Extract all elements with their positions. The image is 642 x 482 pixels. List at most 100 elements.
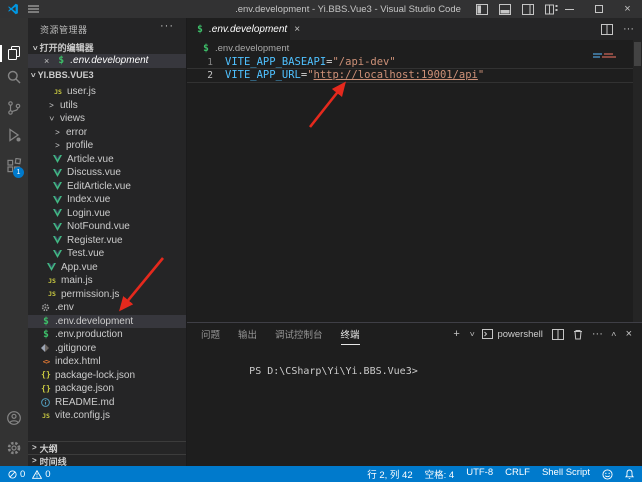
maximize-button[interactable] <box>584 0 613 18</box>
tree-item-permission.js[interactable]: JSpermission.js <box>28 288 186 302</box>
tree-item-.gitignore[interactable]: .gitignore <box>28 342 186 356</box>
tree-item-profile[interactable]: >profile <box>28 139 186 153</box>
more-actions-icon[interactable]: ··· <box>592 329 603 340</box>
editor-scrollbar[interactable] <box>633 40 642 322</box>
scrollbar-slider[interactable] <box>634 42 641 66</box>
maximize-panel-icon[interactable]: > <box>610 332 618 337</box>
tree-item-user.js[interactable]: JSuser.js <box>28 85 186 99</box>
more-actions-icon[interactable]: ··· <box>623 24 634 35</box>
explorer-icon[interactable] <box>6 45 22 61</box>
split-editor-icon[interactable] <box>601 24 613 35</box>
close-window-button[interactable]: × <box>613 0 642 18</box>
file-label: Register.vue <box>67 235 123 246</box>
vue-file-icon <box>53 169 63 177</box>
panel-tab-输出[interactable]: 输出 <box>238 324 257 345</box>
minimap-mark <box>593 56 600 58</box>
search-icon[interactable] <box>6 69 22 85</box>
file-label: permission.js <box>61 289 119 300</box>
file-label: EditArticle.vue <box>67 181 131 192</box>
terminal-content[interactable]: PS D:\CSharp\Yi\Yi.BBS.Vue3> <box>201 355 418 388</box>
close-tab-icon[interactable]: × <box>294 24 300 35</box>
tree-item-register.vue[interactable]: Register.vue <box>28 234 186 248</box>
js-file-icon: JS <box>41 411 51 421</box>
close-panel-icon[interactable]: × <box>626 329 632 340</box>
tree-item-test.vue[interactable]: Test.vue <box>28 247 186 261</box>
toggle-panel-icon[interactable] <box>499 4 511 15</box>
split-terminal-icon[interactable] <box>552 329 564 340</box>
account-icon[interactable] <box>6 410 22 426</box>
tree-item-.env.development[interactable]: $.env.development <box>28 315 186 329</box>
notifications-bell-icon[interactable] <box>625 469 634 480</box>
code-line-1[interactable]: 1VITE_APP_BASEAPI="/api-dev" <box>187 56 633 69</box>
status-item[interactable]: 行 2, 列 42 <box>367 467 412 481</box>
panel-tab-问题[interactable]: 问题 <box>201 324 220 345</box>
source-control-icon[interactable] <box>6 100 22 116</box>
status-item[interactable]: CRLF <box>505 467 530 481</box>
tree-item-utils[interactable]: >utils <box>28 99 186 113</box>
feedback-smiley-icon[interactable] <box>602 469 613 480</box>
problems-status[interactable]: 0 0 <box>8 469 51 480</box>
tree-item-vite.config.js[interactable]: JSvite.config.js <box>28 409 186 423</box>
tree-item-app.vue[interactable]: App.vue <box>28 261 186 275</box>
tree-item-error[interactable]: >error <box>28 126 186 140</box>
status-bar: 0 0 行 2, 列 42 空格: 4 UTF-8 CRLF Shell Script <box>0 466 642 482</box>
more-actions-icon[interactable]: ··· <box>160 20 174 32</box>
json-file-icon: {} <box>41 384 51 394</box>
tree-item-main.js[interactable]: JSmain.js <box>28 274 186 288</box>
run-debug-icon[interactable] <box>6 127 22 143</box>
file-label: package-lock.json <box>55 370 135 381</box>
file-tree: JSuser.js>utils>views>error>profileArtic… <box>28 85 186 423</box>
tree-item-package.json[interactable]: {}package.json <box>28 382 186 396</box>
tree-item-index.html[interactable]: <>index.html <box>28 355 186 369</box>
status-item[interactable]: UTF-8 <box>466 467 493 481</box>
code-line-2[interactable]: 2VITE_APP_URL="http://localhost:19001/ap… <box>187 69 633 82</box>
file-label: Login.vue <box>67 208 110 219</box>
tree-item-package-lock.json[interactable]: {}package-lock.json <box>28 369 186 383</box>
kill-terminal-trash-icon[interactable] <box>573 329 583 340</box>
tab-env-development[interactable]: $ .env.development × <box>187 18 290 40</box>
file-label: Article.vue <box>67 154 114 165</box>
chevron-down-icon: > <box>47 114 56 123</box>
tree-item-.env.production[interactable]: $.env.production <box>28 328 186 342</box>
panel-tab-调试控制台[interactable]: 调试控制台 <box>275 324 323 345</box>
editor-tab-bar: $ .env.development × ··· <box>187 18 642 40</box>
status-item[interactable]: 空格: 4 <box>425 467 455 481</box>
terminal-dropdown-icon[interactable]: > <box>467 332 475 337</box>
terminal-prompt: PS D:\CSharp\Yi\Yi.BBS.Vue3> <box>249 366 418 377</box>
breadcrumb[interactable]: $ .env.development <box>187 40 642 56</box>
project-root-section[interactable]: > YI.BBS.VUE3 <box>30 68 186 82</box>
tree-item-index.vue[interactable]: Index.vue <box>28 193 186 207</box>
chevron-right-icon: > <box>32 457 37 465</box>
outline-section[interactable]: > 大纲 <box>28 441 186 454</box>
explorer-header: 资源管理器 ··· <box>28 18 186 40</box>
file-label: views <box>60 113 85 124</box>
status-item[interactable]: Shell Script <box>542 467 590 481</box>
tree-item-discuss.vue[interactable]: Discuss.vue <box>28 166 186 180</box>
toggle-secondary-sidebar-icon[interactable] <box>522 4 534 15</box>
file-label: README.md <box>55 397 114 408</box>
minimap-mark <box>593 53 602 55</box>
settings-gear-icon[interactable] <box>6 440 22 456</box>
minimize-button[interactable] <box>555 0 584 18</box>
open-editors-section[interactable]: > 打开的编辑器 <box>32 41 186 55</box>
shell-selector[interactable]: powershell <box>482 329 542 340</box>
chevron-right-icon: > <box>53 128 62 137</box>
tree-item-notfound.vue[interactable]: NotFound.vue <box>28 220 186 234</box>
tree-item-editarticle.vue[interactable]: EditArticle.vue <box>28 180 186 194</box>
file-label: .env <box>55 302 74 313</box>
menu-icon[interactable] <box>28 4 39 14</box>
code-editor[interactable]: 1VITE_APP_BASEAPI="/api-dev"2VITE_APP_UR… <box>187 56 633 82</box>
tree-item-views[interactable]: > views <box>28 112 186 126</box>
close-icon[interactable]: × <box>44 56 49 66</box>
toggle-sidebar-icon[interactable] <box>476 4 488 15</box>
tree-item-.env[interactable]: .env <box>28 301 186 315</box>
open-editor-item[interactable]: × $ .env.development <box>28 54 186 68</box>
panel-tab-终端[interactable]: 终端 <box>341 324 360 345</box>
tree-item-article.vue[interactable]: Article.vue <box>28 153 186 167</box>
outline-label: 大纲 <box>40 442 58 455</box>
new-terminal-icon[interactable]: + <box>453 329 459 340</box>
tree-item-readme.md[interactable]: README.md <box>28 396 186 410</box>
file-label: App.vue <box>61 262 98 273</box>
minimap[interactable] <box>593 53 625 61</box>
tree-item-login.vue[interactable]: Login.vue <box>28 207 186 221</box>
